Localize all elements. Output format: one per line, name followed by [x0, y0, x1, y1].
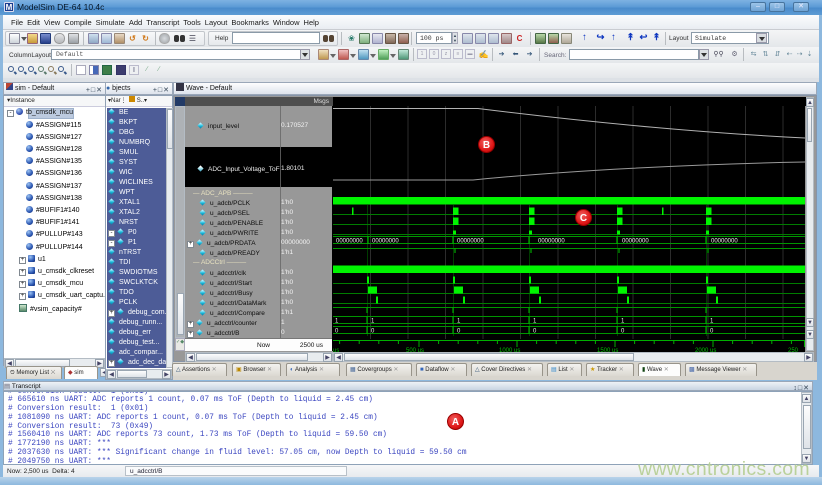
- svg-text:00000000: 00000000: [711, 239, 738, 245]
- svg-text:00000000: 00000000: [622, 239, 649, 245]
- svg-text:00000000: 00000000: [372, 239, 399, 245]
- svg-text:00000000: 00000000: [457, 239, 484, 245]
- svg-text:00000000: 00000000: [336, 239, 363, 245]
- svg-text:00000000: 00000000: [538, 239, 565, 245]
